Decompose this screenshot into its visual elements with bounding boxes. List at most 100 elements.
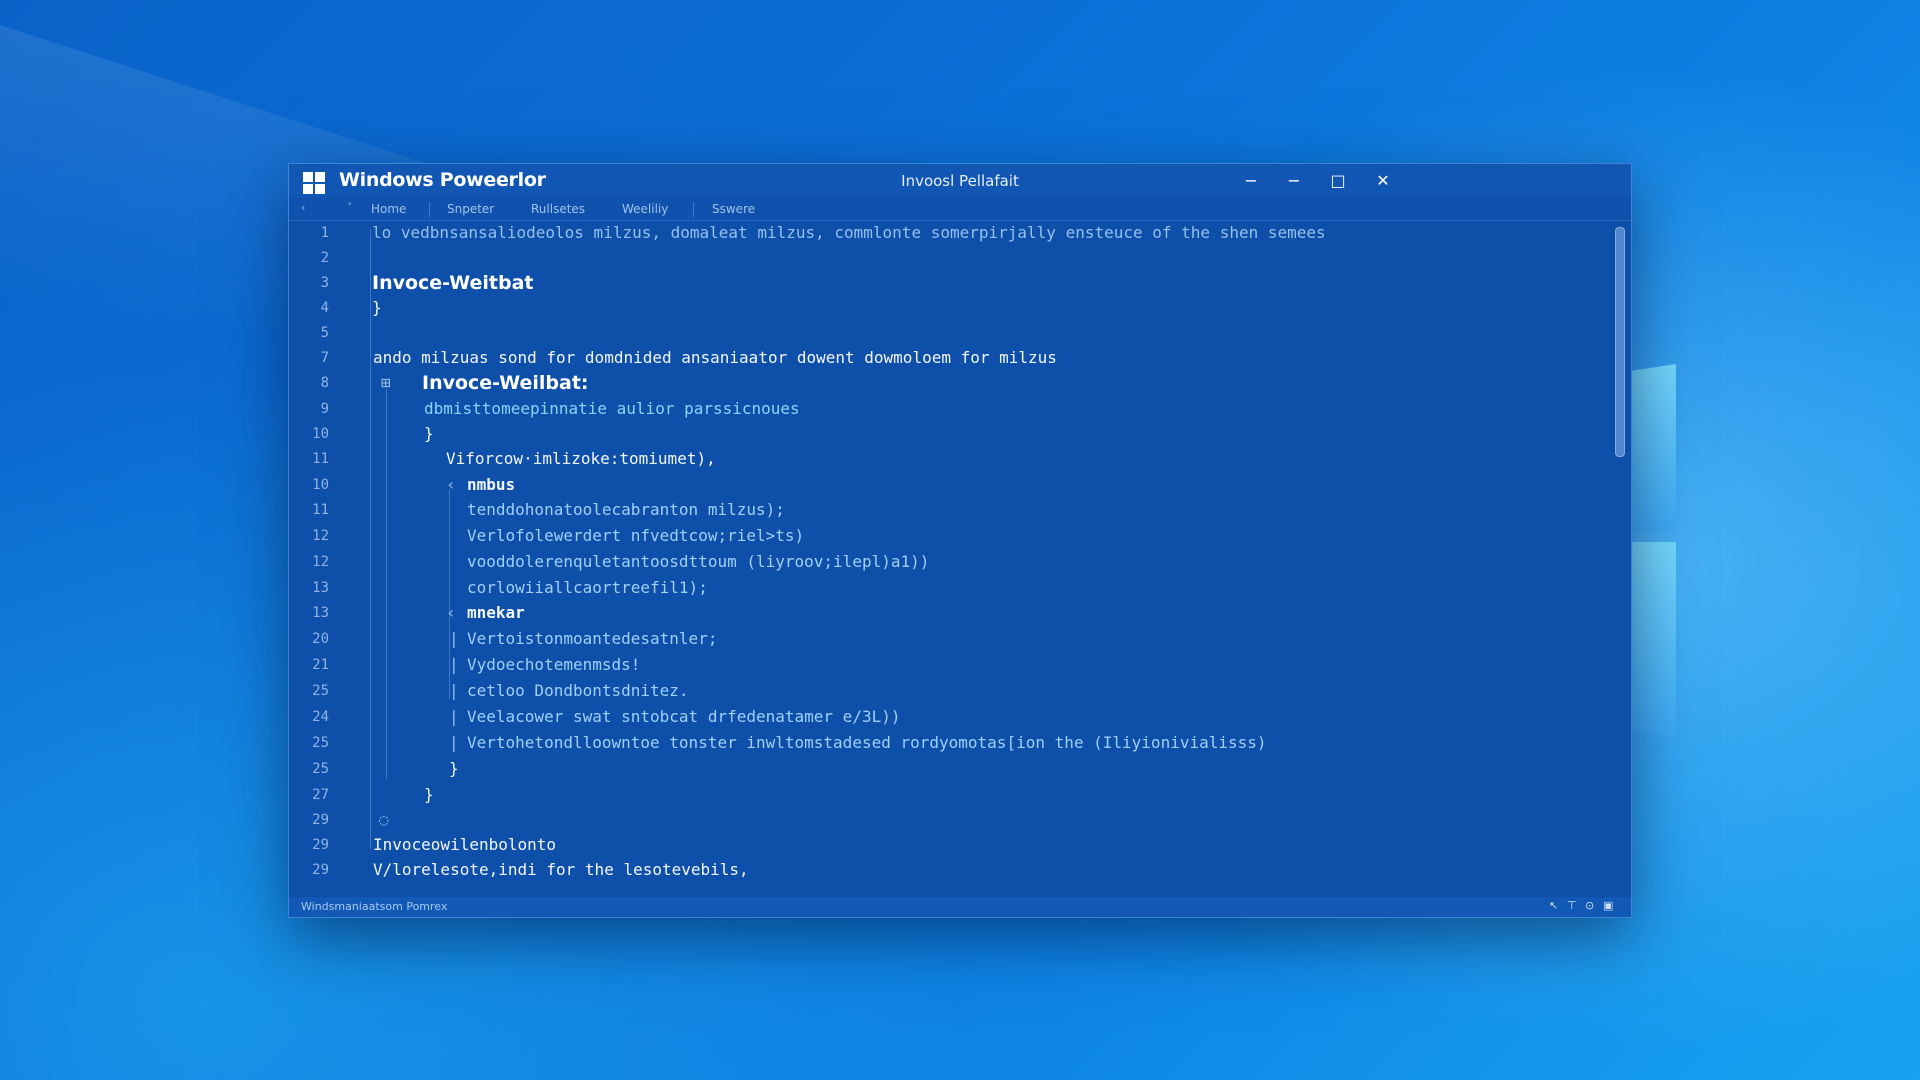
- code-text: Vydoechotemenmsds!: [467, 655, 641, 674]
- code-text: vooddolerenquletantoosdttoum (liyroov;il…: [467, 552, 930, 571]
- line-number: 29: [312, 812, 329, 828]
- indent-bar: |: [449, 733, 459, 752]
- indent-bar: |: [449, 707, 459, 726]
- line-number: 11: [312, 502, 329, 518]
- code-text: mnekar: [467, 603, 525, 622]
- line-number: 11: [312, 451, 329, 467]
- line-number: 12: [312, 528, 329, 544]
- document-title: Invoosl Pellafait: [901, 172, 1019, 190]
- line-number: 20: [312, 631, 329, 647]
- collapse-marker-icon[interactable]: ‹: [446, 601, 456, 625]
- status-text: Windsmaniaatsom Pomrex: [301, 900, 448, 913]
- tab-weeliliy[interactable]: Weeliliy: [622, 202, 668, 216]
- line-number: 25: [312, 761, 329, 777]
- code-text: }: [449, 759, 459, 778]
- line-number: 10: [312, 426, 329, 442]
- settings-icon[interactable]: ⊙: [1585, 899, 1594, 912]
- code-editor[interactable]: 1 lo vedbnsansaliodeolos milzus, domalea…: [289, 221, 1631, 897]
- line-number: 9: [320, 401, 329, 417]
- code-line: 24 | Veelacower swat sntobcat drfedenata…: [289, 705, 1605, 729]
- code-line: 9 dbmisttomeepinnatie aulior parssicnoue…: [289, 397, 1605, 421]
- code-line: 29 V/lorelesote,indi for the lesotevebil…: [289, 858, 1605, 882]
- tab-home[interactable]: Home: [371, 202, 406, 216]
- tab-back-arrow-icon[interactable]: ‹: [301, 201, 305, 214]
- line-number: 7: [320, 350, 329, 366]
- code-text: }: [424, 785, 434, 804]
- code-line: 5: [289, 321, 1605, 345]
- code-line: 10 }: [289, 422, 1605, 446]
- maximize-button[interactable]: □: [1323, 168, 1353, 194]
- powershell-window: Windows Poweerlor Invoosl Pellafait − − …: [288, 163, 1632, 918]
- tab-bar: ‹ ˅ Home Snpeter Rullsetes Weeliliy Sswe…: [289, 198, 1631, 221]
- code-line: 27 }: [289, 783, 1605, 807]
- code-text: cetloo Dondbontsdnitez.: [467, 681, 689, 700]
- indent-bar: |: [449, 629, 459, 648]
- code-line: 13 corlowiiallcaortreefil1);: [289, 576, 1605, 600]
- minimize-alt-button[interactable]: −: [1236, 168, 1266, 194]
- tab-rullsetes[interactable]: Rullsetes: [531, 202, 585, 216]
- code-text: ando milzuas sond for domdnided ansaniaa…: [373, 348, 1057, 367]
- line-number: 25: [312, 683, 329, 699]
- tab-divider: [693, 202, 694, 217]
- status-bar: Windsmaniaatsom Pomrex ↖ ⊤ ⊙ ▣: [289, 897, 1631, 917]
- code-line: 25 | Vertohetondlloowntoe tonster inwlto…: [289, 731, 1605, 755]
- line-number: 13: [312, 605, 329, 621]
- pin-icon[interactable]: ⊤: [1567, 899, 1577, 912]
- code-text: tenddohonatoolecabranton milzus);: [467, 500, 785, 519]
- scroll-thumb[interactable]: [1615, 227, 1625, 457]
- line-number: 1: [320, 225, 329, 241]
- line-number: 5: [320, 325, 329, 341]
- fold-marker-icon[interactable]: ⊞: [381, 371, 391, 395]
- line-number: 24: [312, 709, 329, 725]
- code-line: 1 lo vedbnsansaliodeolos milzus, domalea…: [289, 221, 1605, 245]
- line-number: 27: [312, 787, 329, 803]
- code-text: V/lorelesote,indi for the lesotevebils,: [373, 860, 749, 879]
- line-number: 29: [312, 837, 329, 853]
- line-number: 21: [312, 657, 329, 673]
- code-line: 11 tenddohonatoolecabranton milzus);: [289, 498, 1605, 522]
- code-line: 4 }: [289, 296, 1605, 320]
- tab-divider: [429, 202, 430, 217]
- minimize-button[interactable]: −: [1279, 168, 1309, 194]
- line-number: 2: [320, 250, 329, 266]
- code-line: 8 ⊞ Invoce-Weilbat:: [289, 371, 1605, 395]
- tab-snpeter[interactable]: Snpeter: [447, 202, 494, 216]
- code-line: 7 ando milzuas sond for domdnided ansani…: [289, 346, 1605, 370]
- layout-icon[interactable]: ▣: [1603, 899, 1613, 912]
- code-line: 29 ◌: [289, 808, 1605, 832]
- indent-bar: |: [449, 655, 459, 674]
- collapse-marker-icon[interactable]: ‹: [446, 473, 456, 497]
- pointer-icon[interactable]: ↖: [1549, 899, 1558, 912]
- code-line: 13 ‹ mnekar: [289, 601, 1605, 625]
- code-line: 12 vooddolerenquletantoosdttoum (liyroov…: [289, 550, 1605, 574]
- line-number: 25: [312, 735, 329, 751]
- close-button[interactable]: ✕: [1368, 168, 1398, 194]
- code-text: }: [424, 424, 434, 443]
- code-line: 25 }: [289, 757, 1605, 781]
- code-line: 3 Invoce-Weitbat: [289, 271, 1605, 295]
- code-line: 10 ‹ nmbus: [289, 473, 1605, 497]
- code-text: nmbus: [467, 475, 516, 494]
- code-text: Vertohetondlloowntoe tonster inwltomstad…: [467, 733, 1267, 752]
- code-text: Viforcow·imlizoke:tomiumet),: [446, 449, 716, 468]
- code-line: 2: [289, 246, 1605, 270]
- code-text: Vertoistonmoantedesatnler;: [467, 629, 718, 648]
- code-text: Invoceowilenbolonto: [373, 835, 557, 854]
- line-number: 12: [312, 554, 329, 570]
- title-bar[interactable]: Windows Poweerlor Invoosl Pellafait − − …: [289, 164, 1631, 198]
- tab-dropdown-icon[interactable]: ˅: [347, 201, 353, 214]
- code-line: 12 Verlofolewerdert nfvedtcow;riel>ts): [289, 524, 1605, 548]
- line-number: 3: [320, 275, 329, 291]
- code-text: Veelacower swat sntobcat drfedenatamer e…: [467, 707, 901, 726]
- code-line: 29 Invoceowilenbolonto: [289, 833, 1605, 857]
- code-text: corlowiiallcaortreefil1);: [467, 578, 708, 597]
- tab-sswere[interactable]: Sswere: [712, 202, 755, 216]
- code-text: }: [372, 298, 382, 317]
- indent-bar: |: [449, 681, 459, 700]
- vertical-scrollbar[interactable]: [1613, 227, 1625, 891]
- code-line: 25 | cetloo Dondbontsdnitez.: [289, 679, 1605, 703]
- windows-logo-pane-top: [1632, 364, 1676, 532]
- code-text: Invoce-Weilbat:: [422, 372, 589, 394]
- breakpoint-marker-icon[interactable]: ◌: [379, 808, 389, 832]
- code-text: dbmisttomeepinnatie aulior parssicnoues: [424, 399, 800, 418]
